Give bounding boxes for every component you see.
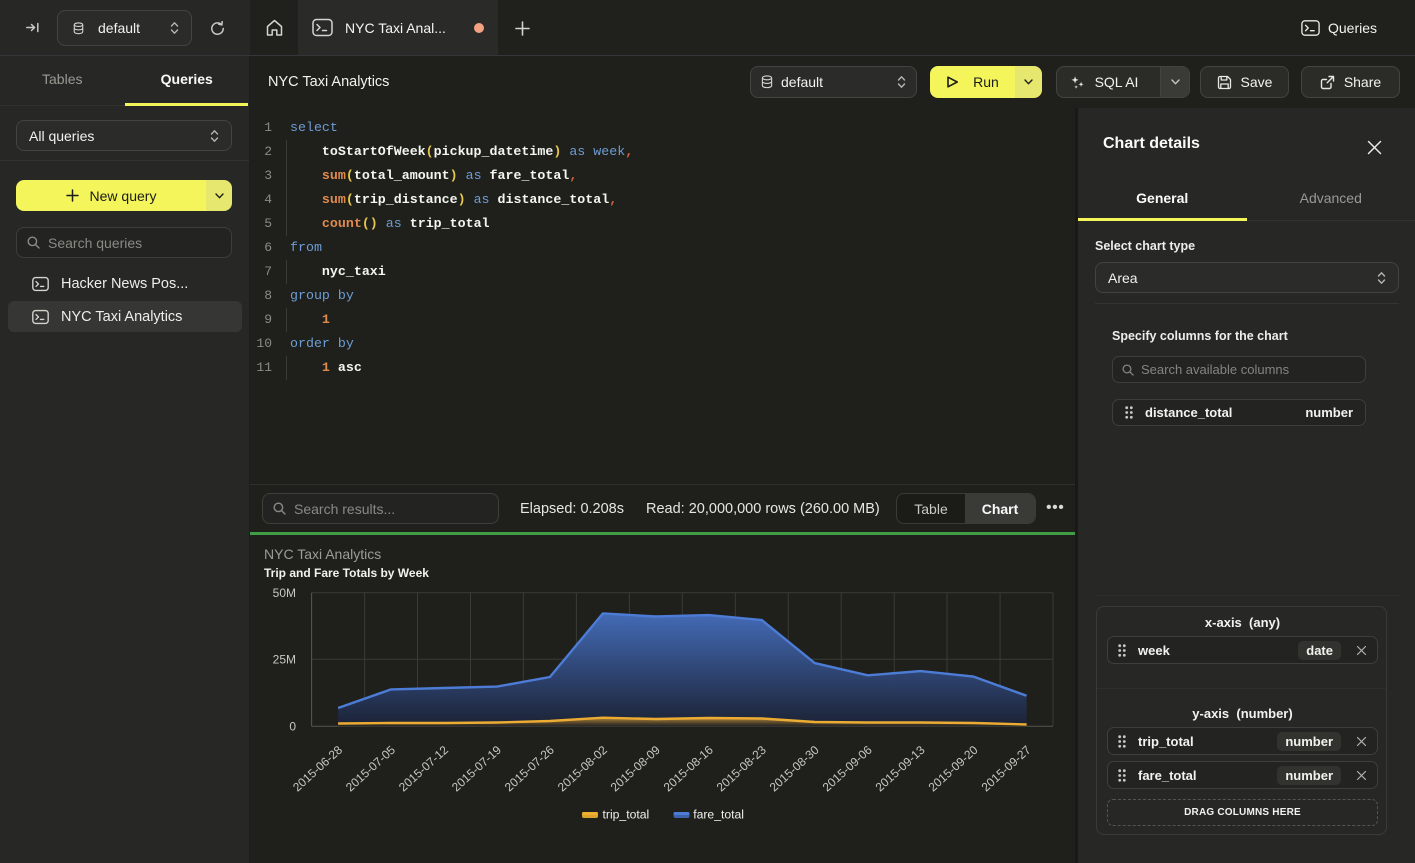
- svg-text:2015-07-26: 2015-07-26: [502, 743, 557, 795]
- svg-text:2015-08-30: 2015-08-30: [767, 743, 822, 795]
- svg-text:2015-07-19: 2015-07-19: [449, 743, 504, 795]
- svg-text:2015-07-12: 2015-07-12: [396, 743, 451, 795]
- svg-text:0: 0: [289, 720, 296, 734]
- svg-text:fare_total: fare_total: [693, 808, 744, 822]
- svg-text:2015-07-05: 2015-07-05: [343, 743, 398, 795]
- svg-text:2015-08-23: 2015-08-23: [714, 743, 769, 795]
- svg-text:2015-08-09: 2015-08-09: [608, 743, 663, 795]
- svg-text:2015-09-20: 2015-09-20: [926, 743, 981, 795]
- svg-text:trip_total: trip_total: [603, 808, 650, 822]
- svg-text:2015-09-27: 2015-09-27: [979, 743, 1034, 795]
- svg-text:2015-08-02: 2015-08-02: [555, 743, 610, 795]
- svg-text:2015-06-28: 2015-06-28: [290, 743, 345, 795]
- svg-text:2015-09-06: 2015-09-06: [820, 743, 875, 795]
- svg-text:25M: 25M: [273, 653, 296, 667]
- svg-text:2015-09-13: 2015-09-13: [873, 743, 928, 795]
- svg-text:2015-08-16: 2015-08-16: [661, 743, 716, 795]
- svg-text:50M: 50M: [273, 586, 296, 600]
